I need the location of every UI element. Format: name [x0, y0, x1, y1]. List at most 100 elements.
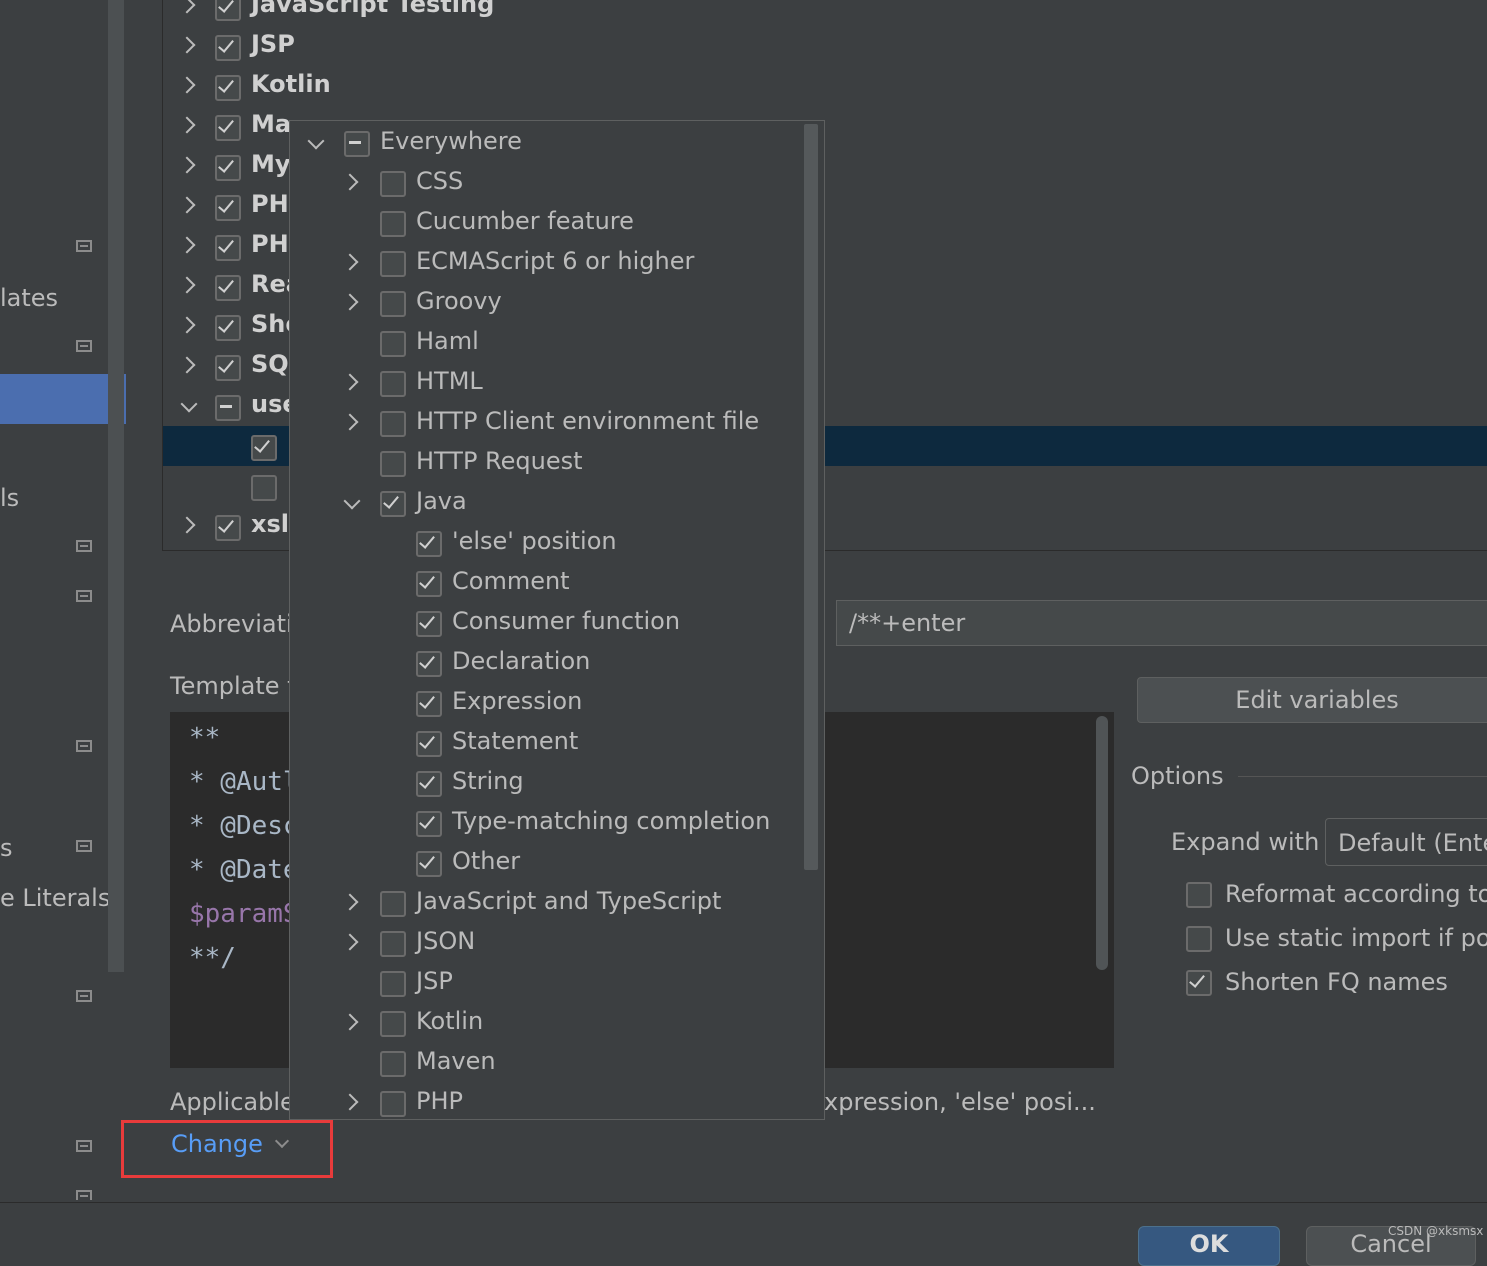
sidebar-item-live-templates[interactable]: lates [0, 284, 58, 312]
tree-row-checkbox[interactable] [215, 75, 241, 101]
chevron-right-icon[interactable] [340, 409, 362, 433]
context-item[interactable]: HTTP Request [290, 443, 800, 483]
tree-row-checkbox[interactable] [215, 195, 241, 221]
popup-scrollbar[interactable] [804, 124, 818, 870]
context-item-checkbox[interactable] [416, 811, 442, 837]
context-item-checkbox[interactable] [380, 411, 406, 437]
expand-with-select[interactable]: Default (Ente [1325, 818, 1487, 866]
context-item[interactable]: Groovy [290, 283, 800, 323]
context-item[interactable]: Cucumber feature [290, 203, 800, 243]
chevron-right-icon[interactable] [177, 272, 201, 296]
chevron-right-icon[interactable] [340, 1009, 362, 1033]
chevron-right-icon[interactable] [340, 169, 362, 193]
static-import-checkbox[interactable] [1186, 926, 1212, 952]
chevron-right-icon[interactable] [177, 72, 201, 96]
context-item-checkbox[interactable] [380, 371, 406, 397]
context-item[interactable]: Statement [290, 723, 800, 763]
chevron-right-icon[interactable] [340, 249, 362, 273]
context-item-checkbox[interactable] [380, 291, 406, 317]
tree-row-checkbox[interactable] [215, 355, 241, 381]
shorten-fq-checkbox[interactable] [1186, 970, 1212, 996]
context-item-checkbox[interactable] [380, 211, 406, 237]
chevron-right-icon[interactable] [177, 352, 201, 376]
context-item[interactable]: Other [290, 843, 800, 883]
context-item-checkbox[interactable] [380, 451, 406, 477]
chevron-right-icon[interactable] [177, 32, 201, 56]
chevron-right-icon[interactable] [177, 312, 201, 336]
context-item[interactable]: Consumer function [290, 603, 800, 643]
sidebar-scrollbar[interactable] [108, 0, 124, 972]
context-item-checkbox[interactable] [380, 891, 406, 917]
ok-button[interactable]: OK [1138, 1226, 1280, 1266]
abbreviation-input[interactable]: /**+enter [836, 600, 1487, 646]
chevron-right-icon[interactable] [340, 369, 362, 393]
tree-row-checkbox[interactable] [215, 275, 241, 301]
context-item[interactable]: HTTP Client environment file [290, 403, 800, 443]
context-item-checkbox[interactable] [416, 691, 442, 717]
chevron-right-icon[interactable] [177, 512, 201, 536]
reformat-checkbox[interactable] [1186, 882, 1212, 908]
chevron-right-icon[interactable] [177, 192, 201, 216]
context-item-checkbox[interactable] [380, 251, 406, 277]
context-item-checkbox[interactable] [380, 931, 406, 957]
context-popup[interactable]: Everywhere CSS Cucumber feature ECMAScript … [289, 120, 825, 1120]
chevron-down-icon[interactable] [177, 392, 201, 416]
tree-row-checkbox[interactable] [215, 315, 241, 341]
chevron-right-icon[interactable] [177, 152, 201, 176]
context-item-checkbox[interactable] [416, 651, 442, 677]
context-item-checkbox[interactable] [416, 571, 442, 597]
context-item-checkbox[interactable] [380, 491, 406, 517]
context-item[interactable]: Java [290, 483, 800, 523]
edit-variables-button[interactable]: Edit variables [1137, 677, 1487, 723]
template-scrollbar[interactable] [1096, 716, 1108, 970]
context-item[interactable]: JavaScript and TypeScript [290, 883, 800, 923]
tree-row-checkbox[interactable] [251, 435, 277, 461]
chevron-right-icon[interactable] [177, 0, 201, 16]
context-item-checkbox[interactable] [380, 1051, 406, 1077]
context-item[interactable]: String [290, 763, 800, 803]
context-item[interactable]: Expression [290, 683, 800, 723]
sidebar-item-literals[interactable]: e Literals [0, 884, 110, 912]
sidebar-item-tools[interactable]: ls [0, 484, 19, 512]
context-item[interactable]: HTML [290, 363, 800, 403]
tree-row-checkbox[interactable] [251, 475, 277, 501]
chevron-right-icon[interactable] [340, 289, 362, 313]
context-item[interactable]: Comment [290, 563, 800, 603]
context-item-checkbox[interactable] [344, 131, 370, 157]
chevron-right-icon[interactable] [340, 889, 362, 913]
context-item-checkbox[interactable] [416, 771, 442, 797]
context-item-checkbox[interactable] [380, 1011, 406, 1037]
tree-row-checkbox[interactable] [215, 235, 241, 261]
context-item-checkbox[interactable] [416, 851, 442, 877]
sidebar-item-s[interactable]: s [0, 834, 13, 862]
tree-row-checkbox[interactable] [215, 0, 241, 21]
context-item[interactable]: Type-matching completion [290, 803, 800, 843]
chevron-down-icon[interactable] [304, 129, 326, 153]
tree-row-checkbox[interactable] [215, 395, 241, 421]
chevron-right-icon[interactable] [177, 232, 201, 256]
context-item[interactable]: Declaration [290, 643, 800, 683]
chevron-right-icon[interactable] [177, 112, 201, 136]
chevron-right-icon[interactable] [340, 1089, 362, 1113]
context-item[interactable]: PHP [290, 1083, 800, 1119]
tree-row[interactable]: Kotlin [163, 66, 1487, 106]
context-item[interactable]: CSS [290, 163, 800, 203]
tree-row[interactable]: JSP [163, 26, 1487, 66]
context-item-checkbox[interactable] [380, 331, 406, 357]
context-item[interactable]: Haml [290, 323, 800, 363]
tree-row[interactable]: JavaScript Testing [163, 0, 1487, 26]
context-item[interactable]: JSP [290, 963, 800, 1003]
context-item[interactable]: JSON [290, 923, 800, 963]
context-item-checkbox[interactable] [380, 971, 406, 997]
context-item[interactable]: ECMAScript 6 or higher [290, 243, 800, 283]
context-item-checkbox[interactable] [416, 611, 442, 637]
context-item[interactable]: Maven [290, 1043, 800, 1083]
context-item-checkbox[interactable] [380, 1091, 406, 1117]
context-item-checkbox[interactable] [416, 731, 442, 757]
context-item-checkbox[interactable] [416, 531, 442, 557]
tree-row-checkbox[interactable] [215, 35, 241, 61]
chevron-down-icon[interactable] [340, 489, 362, 513]
tree-row-checkbox[interactable] [215, 155, 241, 181]
context-item-checkbox[interactable] [380, 171, 406, 197]
tree-row-checkbox[interactable] [215, 515, 241, 541]
